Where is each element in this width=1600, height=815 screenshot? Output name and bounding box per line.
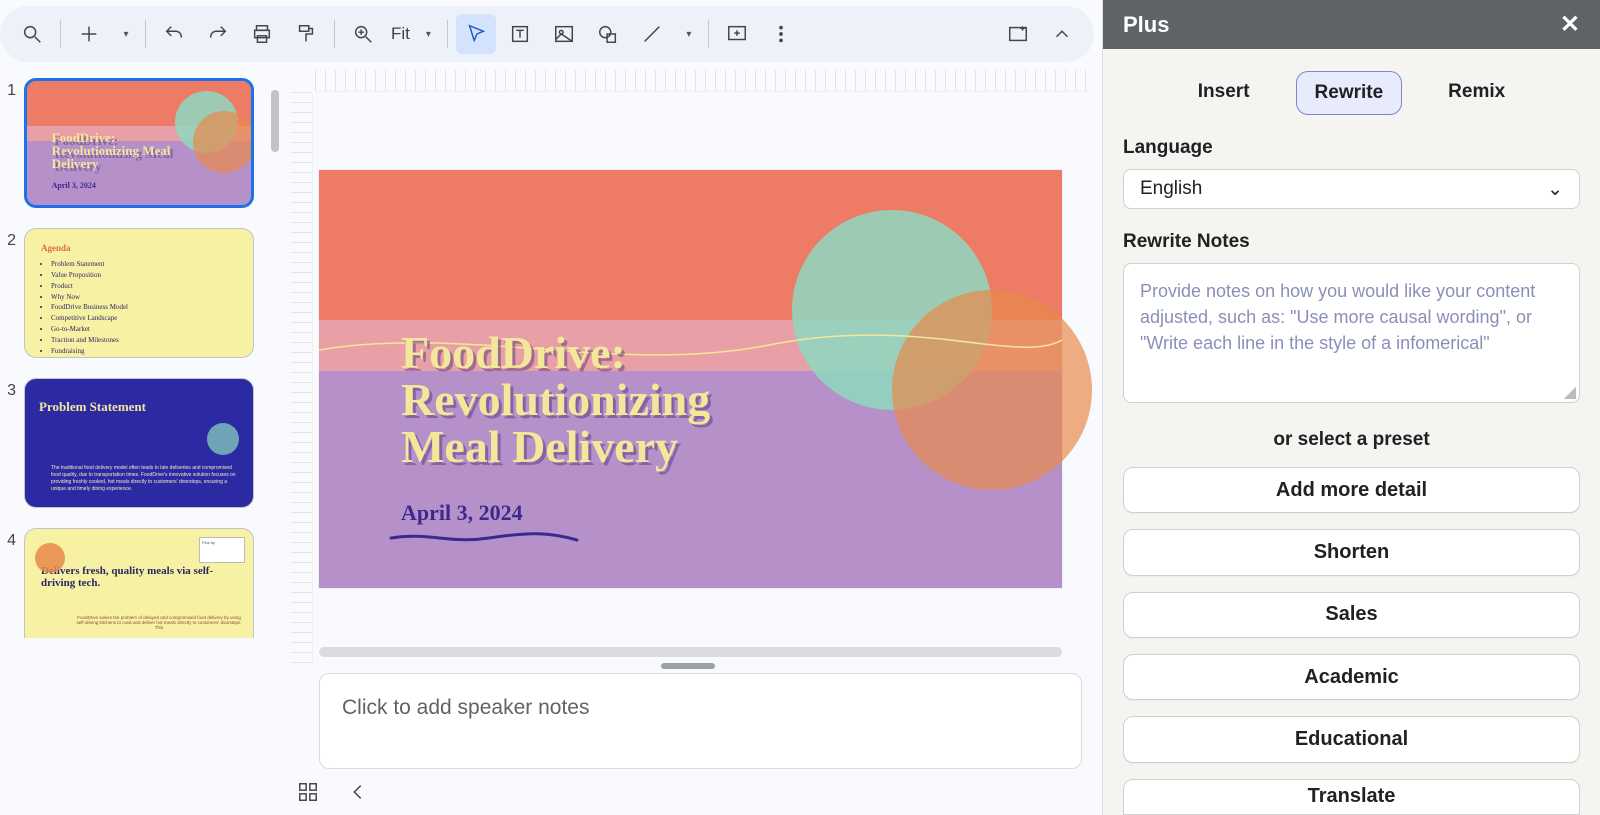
ai-image-button[interactable] bbox=[998, 14, 1038, 54]
canvas-stage[interactable]: FoodDrive: Revolutionizing Meal Delivery… bbox=[283, 70, 1092, 667]
new-slide-button[interactable] bbox=[69, 14, 109, 54]
filmstrip: 1 FoodDrive: Revolutionizing Meal Delive… bbox=[0, 70, 283, 815]
ruler-vertical bbox=[291, 92, 313, 667]
slide-thumb-1[interactable]: FoodDrive: Revolutionizing Meal Delivery… bbox=[24, 78, 254, 208]
panel-tabs: Insert Rewrite Remix bbox=[1103, 49, 1600, 137]
tab-insert[interactable]: Insert bbox=[1180, 71, 1268, 115]
separator bbox=[60, 20, 61, 48]
print-button[interactable] bbox=[242, 14, 282, 54]
line-dropdown[interactable] bbox=[676, 14, 700, 54]
preset-add-detail[interactable]: Add more detail bbox=[1123, 467, 1580, 513]
rewrite-notes-label: Rewrite Notes bbox=[1103, 231, 1600, 263]
more-menu[interactable] bbox=[761, 14, 801, 54]
new-slide-dropdown[interactable] bbox=[113, 14, 137, 54]
main-slide[interactable]: FoodDrive: Revolutionizing Meal Delivery… bbox=[319, 170, 1062, 588]
language-value: English bbox=[1140, 178, 1202, 200]
panel-header: Plus ✕ bbox=[1103, 0, 1600, 49]
separator bbox=[334, 20, 335, 48]
slide-date: April 3, 2024 bbox=[401, 500, 523, 526]
select-tool[interactable] bbox=[456, 14, 496, 54]
zoom-dropdown[interactable]: ▾ bbox=[418, 29, 439, 40]
zoom-level[interactable]: Fit bbox=[387, 24, 414, 44]
slide-number: 3 bbox=[2, 378, 16, 400]
zoom-icon[interactable] bbox=[343, 14, 383, 54]
slide-thumb-row: 3 Problem Statement The traditional food… bbox=[0, 374, 283, 524]
notes-resize-handle[interactable] bbox=[661, 663, 715, 669]
slide-thumb-4[interactable]: Plus tip Delivers fresh, quality meals v… bbox=[24, 528, 254, 638]
slide-number: 1 bbox=[2, 78, 16, 100]
slide-title-line2: Revolutionizing bbox=[401, 374, 710, 425]
separator bbox=[447, 20, 448, 48]
slide-number: 4 bbox=[2, 528, 16, 550]
tab-rewrite[interactable]: Rewrite bbox=[1296, 71, 1403, 115]
slide-thumb-3[interactable]: Problem Statement The traditional food d… bbox=[24, 378, 254, 508]
preset-translate[interactable]: Translate bbox=[1123, 779, 1580, 815]
editor-area: Fit ▾ bbox=[0, 0, 1102, 815]
image-tool[interactable] bbox=[544, 14, 584, 54]
language-select[interactable]: English ⌄ bbox=[1123, 169, 1580, 209]
paint-format-button[interactable] bbox=[286, 14, 326, 54]
preset-sales[interactable]: Sales bbox=[1123, 592, 1580, 638]
canvas-scrollbar[interactable] bbox=[319, 647, 1062, 657]
filmstrip-scrollbar[interactable] bbox=[271, 90, 279, 152]
separator bbox=[145, 20, 146, 48]
grid-view-button[interactable] bbox=[293, 777, 323, 807]
slide-title-line1: FoodDrive: bbox=[401, 327, 626, 378]
collapse-toolbar-button[interactable] bbox=[1042, 14, 1082, 54]
bottom-bar bbox=[283, 769, 1092, 815]
rewrite-notes-placeholder: Provide notes on how you would like your… bbox=[1140, 281, 1535, 353]
undo-button[interactable] bbox=[154, 14, 194, 54]
speaker-notes[interactable]: Click to add speaker notes bbox=[319, 673, 1082, 769]
slide-thumb-row: 2 Agenda Problem Statement Value Proposi… bbox=[0, 224, 283, 374]
rewrite-notes-input[interactable]: Provide notes on how you would like your… bbox=[1123, 263, 1580, 403]
speaker-notes-placeholder: Click to add speaker notes bbox=[342, 696, 589, 720]
tab-remix[interactable]: Remix bbox=[1430, 71, 1523, 115]
panel-title: Plus bbox=[1123, 12, 1169, 38]
preset-academic[interactable]: Academic bbox=[1123, 654, 1580, 700]
ruler-horizontal bbox=[315, 70, 1092, 92]
slide-thumb-row: 4 Plus tip Delivers fresh, quality meals… bbox=[0, 524, 283, 638]
language-label: Language bbox=[1103, 137, 1600, 169]
textbox-tool[interactable] bbox=[500, 14, 540, 54]
close-icon[interactable]: ✕ bbox=[1560, 10, 1580, 39]
shape-tool[interactable] bbox=[588, 14, 628, 54]
slide-thumb-2[interactable]: Agenda Problem Statement Value Propositi… bbox=[24, 228, 254, 358]
redo-button[interactable] bbox=[198, 14, 238, 54]
toolbar: Fit ▾ bbox=[0, 6, 1094, 62]
line-tool[interactable] bbox=[632, 14, 672, 54]
prev-slide-button[interactable] bbox=[343, 777, 373, 807]
canvas-area: FoodDrive: Revolutionizing Meal Delivery… bbox=[283, 70, 1102, 815]
plus-panel: Plus ✕ Insert Rewrite Remix Language Eng… bbox=[1102, 0, 1600, 815]
or-preset-label: or select a preset bbox=[1103, 429, 1600, 451]
preset-shorten[interactable]: Shorten bbox=[1123, 529, 1580, 575]
slide-title-line3: Meal Delivery bbox=[401, 421, 678, 472]
separator bbox=[708, 20, 709, 48]
chevron-down-icon: ⌄ bbox=[1547, 178, 1563, 201]
workspace: 1 FoodDrive: Revolutionizing Meal Delive… bbox=[0, 70, 1102, 815]
search-icon[interactable] bbox=[12, 14, 52, 54]
slide-thumb-row: 1 FoodDrive: Revolutionizing Meal Delive… bbox=[0, 74, 283, 224]
comment-button[interactable] bbox=[717, 14, 757, 54]
slide-number: 2 bbox=[2, 228, 16, 250]
preset-educational[interactable]: Educational bbox=[1123, 716, 1580, 762]
